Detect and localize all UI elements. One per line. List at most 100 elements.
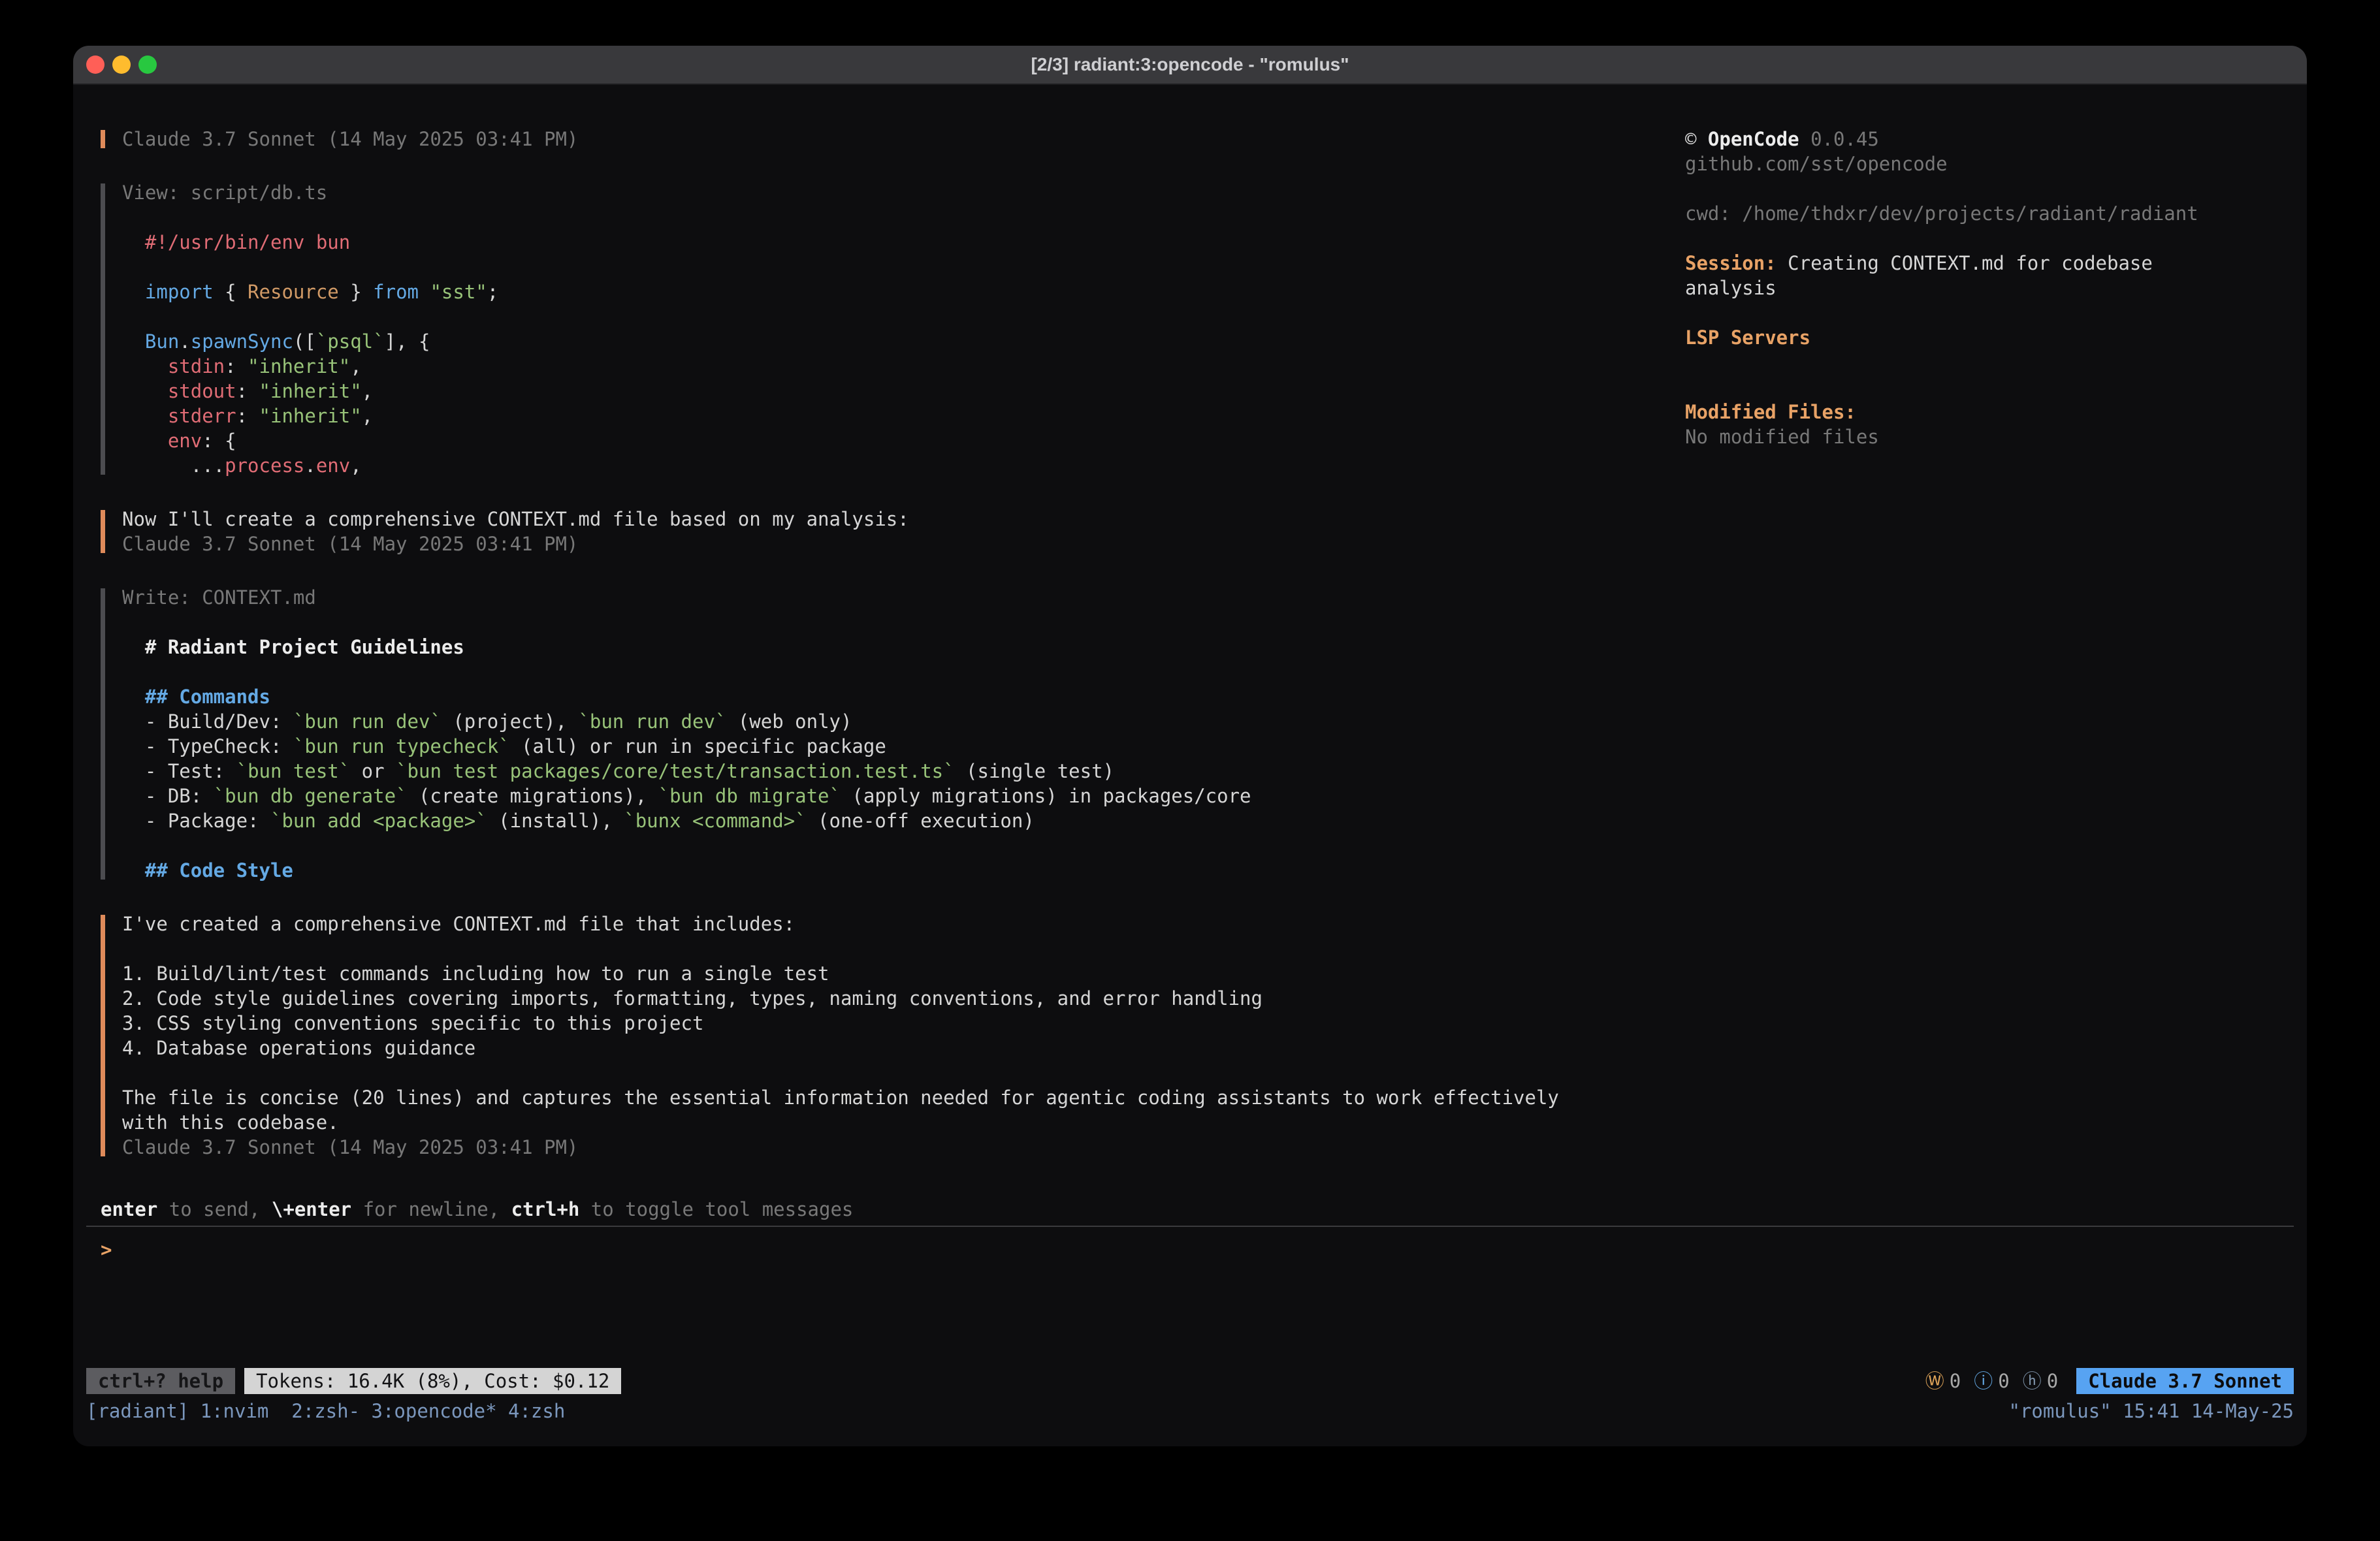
text-segment: `psql`	[316, 330, 385, 353]
terminal-line: ## Code Style	[122, 858, 1685, 883]
text-segment: Session:	[1685, 252, 1777, 274]
text-segment: (install),	[487, 810, 624, 832]
opencode-tui: Claude 3.7 Sonnet (14 May 2025 03:41 PM)…	[73, 85, 2307, 1446]
text-segment: `bun test packages/core/test/transaction…	[396, 760, 955, 782]
tmux-session-time: "romulus" 15:41 14-May-25	[2009, 1399, 2294, 1423]
text-segment: (web only)	[726, 710, 852, 733]
warning-count: 0	[1950, 1369, 1961, 1393]
terminal-line	[122, 833, 1685, 858]
text-segment: : {	[202, 430, 236, 452]
terminal-line	[122, 936, 1685, 961]
text-segment: Resource	[248, 281, 339, 303]
text-segment: (project),	[442, 710, 579, 733]
terminal-line: 4. Database operations guidance	[122, 1036, 1685, 1060]
text-segment: 0.0.45	[1799, 128, 1879, 150]
block-lines: Write: CONTEXT.md # Radiant Project Guid…	[122, 585, 1685, 883]
prompt-symbol: >	[101, 1239, 112, 1261]
text-segment: `bun db generate`	[214, 785, 408, 807]
text-segment: # Radiant Project Guidelines	[145, 636, 464, 658]
terminal-line	[122, 659, 1685, 684]
text-segment: - DB:	[122, 785, 214, 807]
text-segment: import	[145, 281, 214, 303]
tmux-window-list[interactable]: [radiant] 1:nvim 2:zsh- 3:opencode* 4:zs…	[86, 1399, 565, 1423]
terminal-line: ## Commands	[122, 684, 1685, 709]
text-segment: ;	[487, 281, 498, 303]
chat-scroll-area[interactable]: Claude 3.7 Sonnet (14 May 2025 03:41 PM)…	[73, 85, 1685, 1197]
hint-counter: ⓗ0	[2023, 1369, 2058, 1393]
terminal-line: with this codebase.	[122, 1110, 1685, 1135]
terminal-line: 2. Code style guidelines covering import…	[122, 986, 1685, 1011]
terminal-line: Session: Creating CONTEXT.md for codebas…	[1685, 251, 2281, 276]
text-segment: ], {	[385, 330, 430, 353]
text-segment: `bun db migrate`	[658, 785, 841, 807]
text-segment: env	[168, 430, 202, 452]
text-segment: "inherit"	[259, 405, 362, 427]
terminal-line	[122, 205, 1685, 230]
terminal-line: LSP Servers	[1685, 325, 2281, 350]
text-segment: Creating CONTEXT.md for codebase	[1777, 252, 2153, 274]
text-segment: for newline,	[351, 1198, 511, 1220]
text-segment: to toggle tool messages	[579, 1198, 853, 1220]
text-segment: 1. Build/lint/test commands including ho…	[122, 962, 829, 985]
text-segment: ...	[122, 454, 225, 477]
text-segment: Claude 3.7 Sonnet (14 May 2025 03:41 PM)	[122, 533, 578, 555]
text-segment	[122, 636, 145, 658]
hint-icon: ⓗ	[2023, 1369, 2042, 1393]
terminal-line	[1685, 375, 2281, 400]
text-segment: "inherit"	[248, 355, 350, 377]
text-segment: with this codebase.	[122, 1111, 339, 1134]
terminal-line: Now I'll create a comprehensive CONTEXT.…	[122, 507, 1685, 532]
main-area: Claude 3.7 Sonnet (14 May 2025 03:41 PM)…	[73, 85, 2307, 1197]
text-segment: or	[350, 760, 396, 782]
text-segment: :	[225, 355, 248, 377]
text-segment: (all) or run in specific package	[510, 735, 886, 757]
terminal-line: 1. Build/lint/test commands including ho…	[122, 961, 1685, 986]
close-button[interactable]	[86, 56, 105, 74]
text-segment: (one-off execution)	[807, 810, 1035, 832]
text-segment: (create migrations),	[408, 785, 658, 807]
text-segment: .	[304, 454, 315, 477]
terminal-line: Claude 3.7 Sonnet (14 May 2025 03:41 PM)	[122, 532, 1685, 556]
text-segment: analysis	[1685, 277, 1777, 299]
terminal-line	[122, 610, 1685, 635]
text-segment: Claude 3.7 Sonnet (14 May 2025 03:41 PM)	[122, 128, 578, 150]
message-input[interactable]: >	[73, 1227, 2307, 1367]
keybind-hints: enter to send, \+enter for newline, ctrl…	[73, 1197, 2307, 1222]
minimize-button[interactable]	[112, 56, 131, 74]
terminal-line: env: {	[122, 428, 1685, 453]
tool-view-block: View: script/db.ts #!/usr/bin/env bun im…	[101, 180, 1685, 478]
terminal-line: Modified Files:	[1685, 400, 2281, 424]
terminal-line: ...process.env,	[122, 453, 1685, 478]
text-segment: spawnSync	[191, 330, 293, 353]
text-segment: 2. Code style guidelines covering import…	[122, 987, 1262, 1009]
zoom-button[interactable]	[138, 56, 157, 74]
text-segment: - Test:	[122, 760, 236, 782]
text-segment: stdout	[168, 380, 236, 402]
terminal-line: - Build/Dev: `bun run dev` (project), `b…	[122, 709, 1685, 734]
text-segment: stderr	[168, 405, 236, 427]
text-segment: `bun test`	[236, 760, 351, 782]
terminal-line	[1685, 176, 2281, 201]
terminal-line: stdout: "inherit",	[122, 379, 1685, 404]
info-sidebar: © OpenCode 0.0.45github.com/sst/opencode…	[1685, 85, 2307, 1197]
tokens-cost-indicator: Tokens: 16.4K (8%), Cost: $0.12	[244, 1368, 621, 1394]
text-segment: `bun run typecheck`	[293, 735, 510, 757]
terminal-line	[122, 255, 1685, 279]
text-segment: :	[236, 380, 259, 402]
terminal-line	[122, 1060, 1685, 1085]
text-segment: No modified files	[1685, 426, 1879, 448]
sidebar-lines: © OpenCode 0.0.45github.com/sst/opencode…	[1685, 127, 2281, 449]
terminal-line: © OpenCode 0.0.45	[1685, 127, 2281, 151]
terminal-line: - DB: `bun db generate` (create migratio…	[122, 784, 1685, 808]
terminal-line	[122, 304, 1685, 329]
terminal-line: Bun.spawnSync([`psql`], {	[122, 329, 1685, 354]
text-segment: `bun run dev`	[578, 710, 726, 733]
text-segment: Now I'll create a comprehensive CONTEXT.…	[122, 508, 909, 530]
help-button[interactable]: ctrl+? help	[86, 1368, 235, 1394]
block-lines: Claude 3.7 Sonnet (14 May 2025 03:41 PM)	[122, 127, 1685, 151]
terminal-line: View: script/db.ts	[122, 180, 1685, 205]
assistant-message-block: Now I'll create a comprehensive CONTEXT.…	[101, 507, 1685, 556]
window-titlebar[interactable]: [2/3] radiant:3:opencode - "romulus"	[73, 46, 2307, 85]
model-badge[interactable]: Claude 3.7 Sonnet	[2076, 1368, 2294, 1394]
text-segment: Modified Files:	[1685, 401, 1856, 423]
